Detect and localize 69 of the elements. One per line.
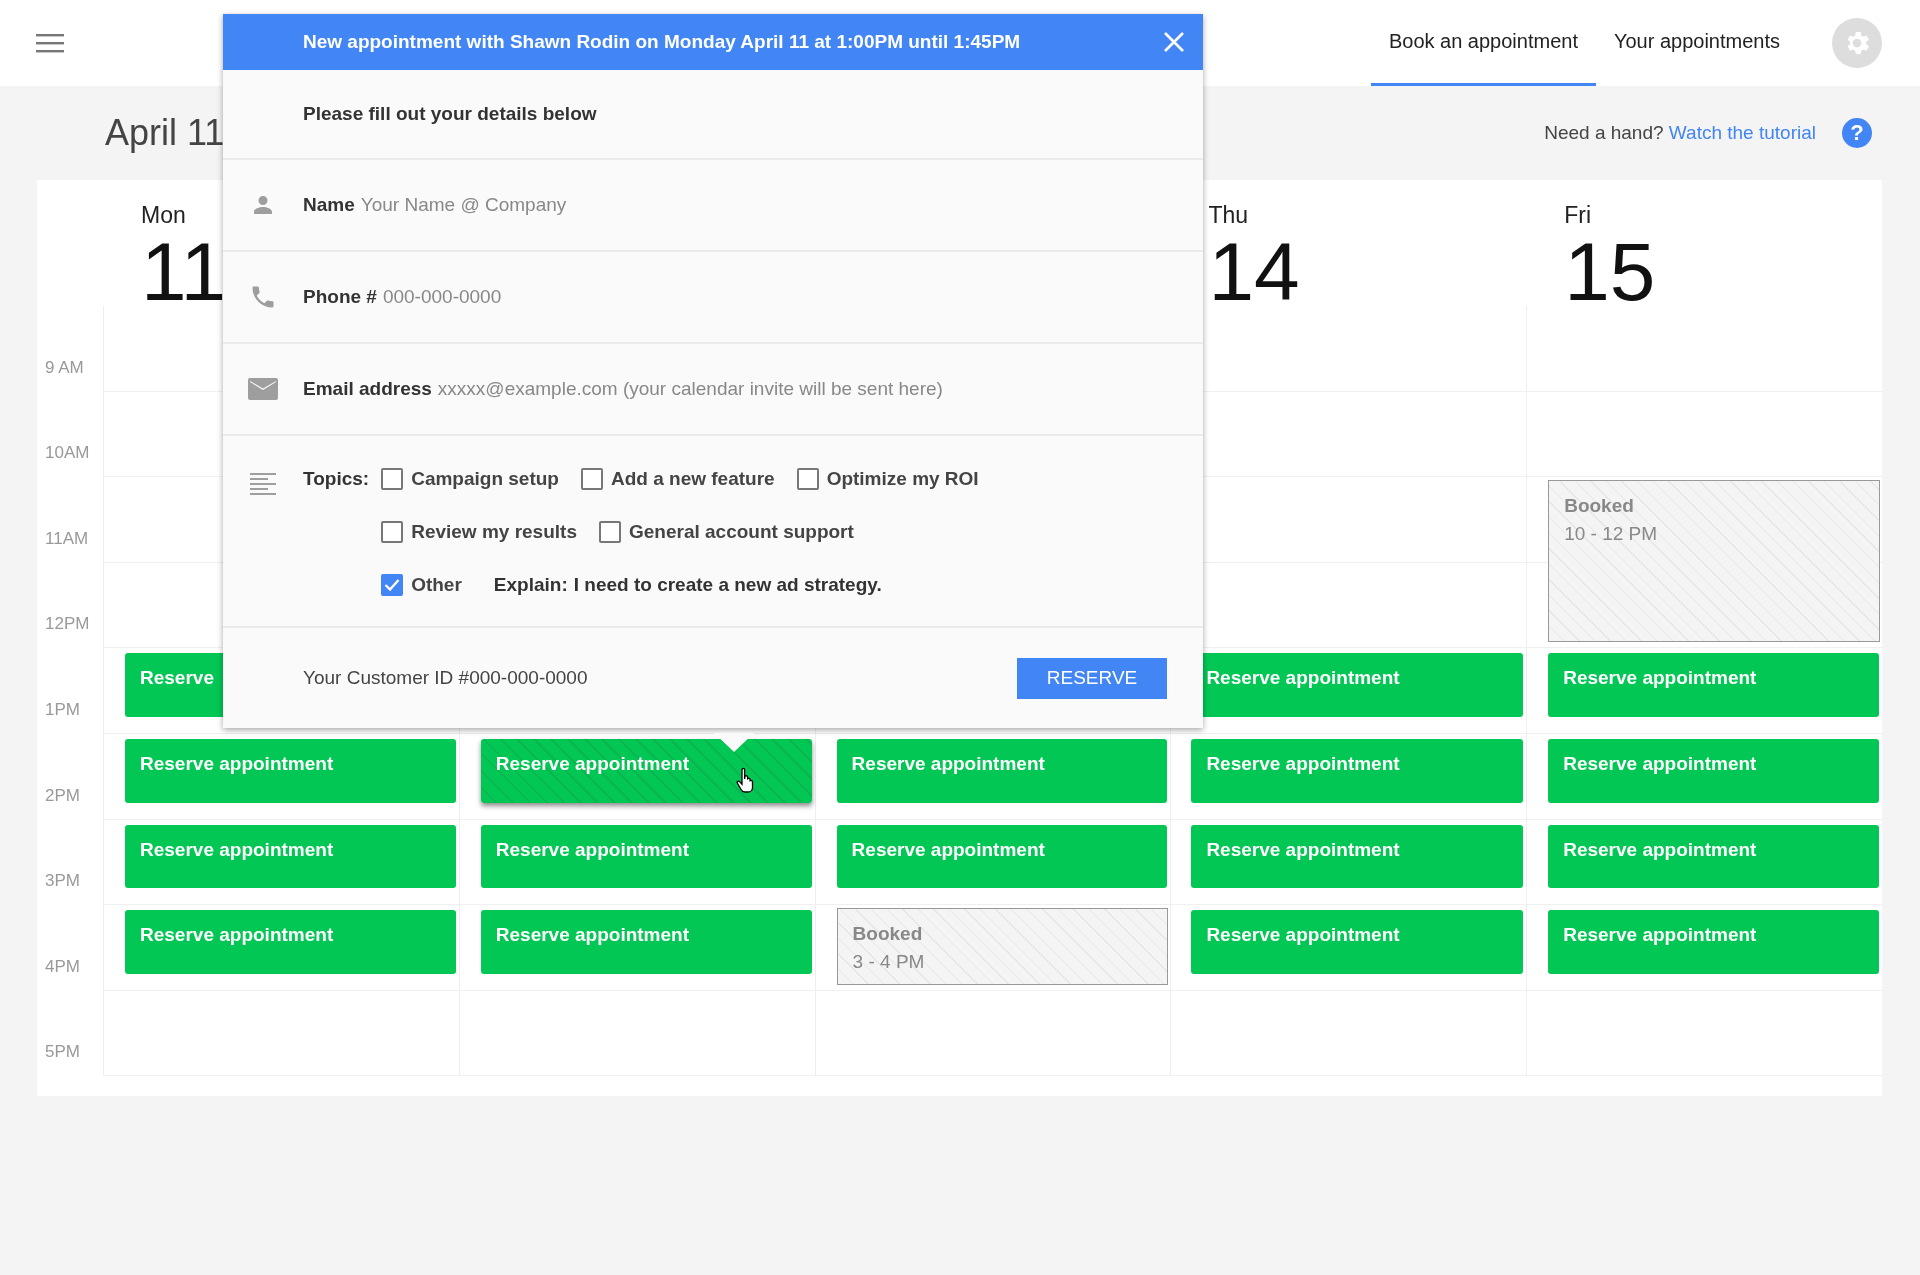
help-text: Need a hand? Watch the tutorial	[1544, 122, 1816, 144]
reserve-slot-button[interactable]: Reserve appointment	[1548, 653, 1879, 717]
date-heading: April 11	[105, 112, 225, 154]
email-field[interactable]: xxxxx@example.com (your calendar invite will be sent here)	[437, 378, 1158, 400]
time-label: 9 AM	[44, 357, 85, 379]
reserve-slot-button[interactable]: Reserve appointment	[1548, 824, 1879, 889]
reserve-slot-button[interactable]: Reserve appointment	[480, 910, 812, 974]
field-label: Email address	[303, 378, 432, 400]
menu-icon[interactable]	[36, 33, 64, 53]
day-name: Thu	[1208, 202, 1249, 229]
checkbox-label: Optimize my ROI	[826, 468, 979, 490]
time-label: 11AM	[44, 528, 90, 550]
day-number: 14	[1208, 231, 1300, 313]
booked-title: Booked	[852, 923, 924, 946]
phone-field[interactable]: 000-000-0000	[382, 286, 1103, 308]
reserve-slot-button[interactable]: Reserve appointment	[480, 738, 812, 803]
checkbox[interactable]	[598, 521, 621, 543]
nav-tab[interactable]: Your appointments	[1595, 0, 1798, 86]
checkbox-label: Review my results	[411, 521, 577, 543]
field-label: Name	[303, 194, 355, 216]
reserve-slot-button[interactable]: Reserve appointment	[1191, 824, 1524, 889]
time-label: 10AM	[44, 443, 91, 465]
time-label: 12PM	[44, 614, 91, 636]
reserve-slot-button[interactable]: Reserve appointment	[125, 910, 456, 974]
checkbox-label: Add a new feature	[610, 468, 775, 490]
booked-time: 10 - 12 PM	[1564, 523, 1659, 546]
nav-tab[interactable]: Book an appointment	[1370, 0, 1596, 86]
reserve-slot-button[interactable]: Reserve appointment	[1191, 910, 1524, 974]
time-label: 4PM	[44, 956, 81, 978]
reserve-slot-button[interactable]: Reserve appointment	[1548, 910, 1879, 974]
notes-icon	[250, 472, 276, 498]
time-label: 2PM	[44, 785, 81, 807]
checkbox[interactable]	[381, 521, 404, 543]
checkbox[interactable]	[796, 468, 819, 490]
field-label: Phone #	[303, 286, 377, 308]
reserve-slot-button[interactable]: Reserve appointment	[1548, 738, 1879, 803]
reserve-slot-button[interactable]: Reserve appointment	[836, 824, 1168, 889]
reserve-slot-button[interactable]: Reserve appointment	[836, 738, 1168, 803]
day-name: Fri	[1564, 202, 1591, 229]
checkbox[interactable]	[381, 468, 404, 490]
checkbox-label: Campaign setup	[411, 468, 559, 490]
help-button[interactable]: ?	[1842, 118, 1872, 148]
reserve-slot-button[interactable]: Reserve appointment	[480, 824, 812, 889]
booked-time: 3 - 4 PM	[852, 951, 926, 974]
reserve-slot-button[interactable]: Reserve appointment	[1191, 738, 1524, 803]
reserve-slot-button[interactable]: Reserve appointment	[125, 738, 456, 803]
dialog-subtitle: Please fill out your details below	[303, 103, 598, 125]
reserve-button[interactable]: RESERVE	[1017, 657, 1167, 699]
mail-icon	[248, 377, 278, 401]
name-field[interactable]: Your Name @ Company	[360, 194, 1081, 216]
topics-label: Topics:	[303, 468, 370, 490]
time-label: 5PM	[44, 1042, 81, 1064]
day-number: 15	[1564, 231, 1656, 313]
booked-title: Booked	[1564, 495, 1635, 518]
time-label: 1PM	[44, 699, 81, 721]
checkbox[interactable]	[580, 468, 603, 490]
day-name: Mon	[141, 202, 186, 229]
dialog-title: New appointment with Shawn Rodin on Monday April 11 at 1:00PM until 1:45PM	[303, 31, 1022, 53]
tutorial-link[interactable]: Watch the tutorial	[1668, 122, 1816, 143]
customer-id: Your Customer ID #000-000-0000	[303, 667, 589, 689]
checkbox-label: General account support	[628, 521, 854, 543]
explain-field[interactable]: I need to create a new ad strategy.	[573, 574, 954, 596]
checkbox[interactable]	[381, 574, 404, 596]
time-label: 3PM	[44, 871, 81, 893]
reserve-slot-button[interactable]: Reserve appointment	[125, 824, 456, 889]
checkbox-label: Other	[411, 574, 462, 596]
person-icon	[251, 193, 275, 217]
field-label: Explain:	[493, 574, 568, 596]
day-number: 11	[141, 231, 227, 313]
